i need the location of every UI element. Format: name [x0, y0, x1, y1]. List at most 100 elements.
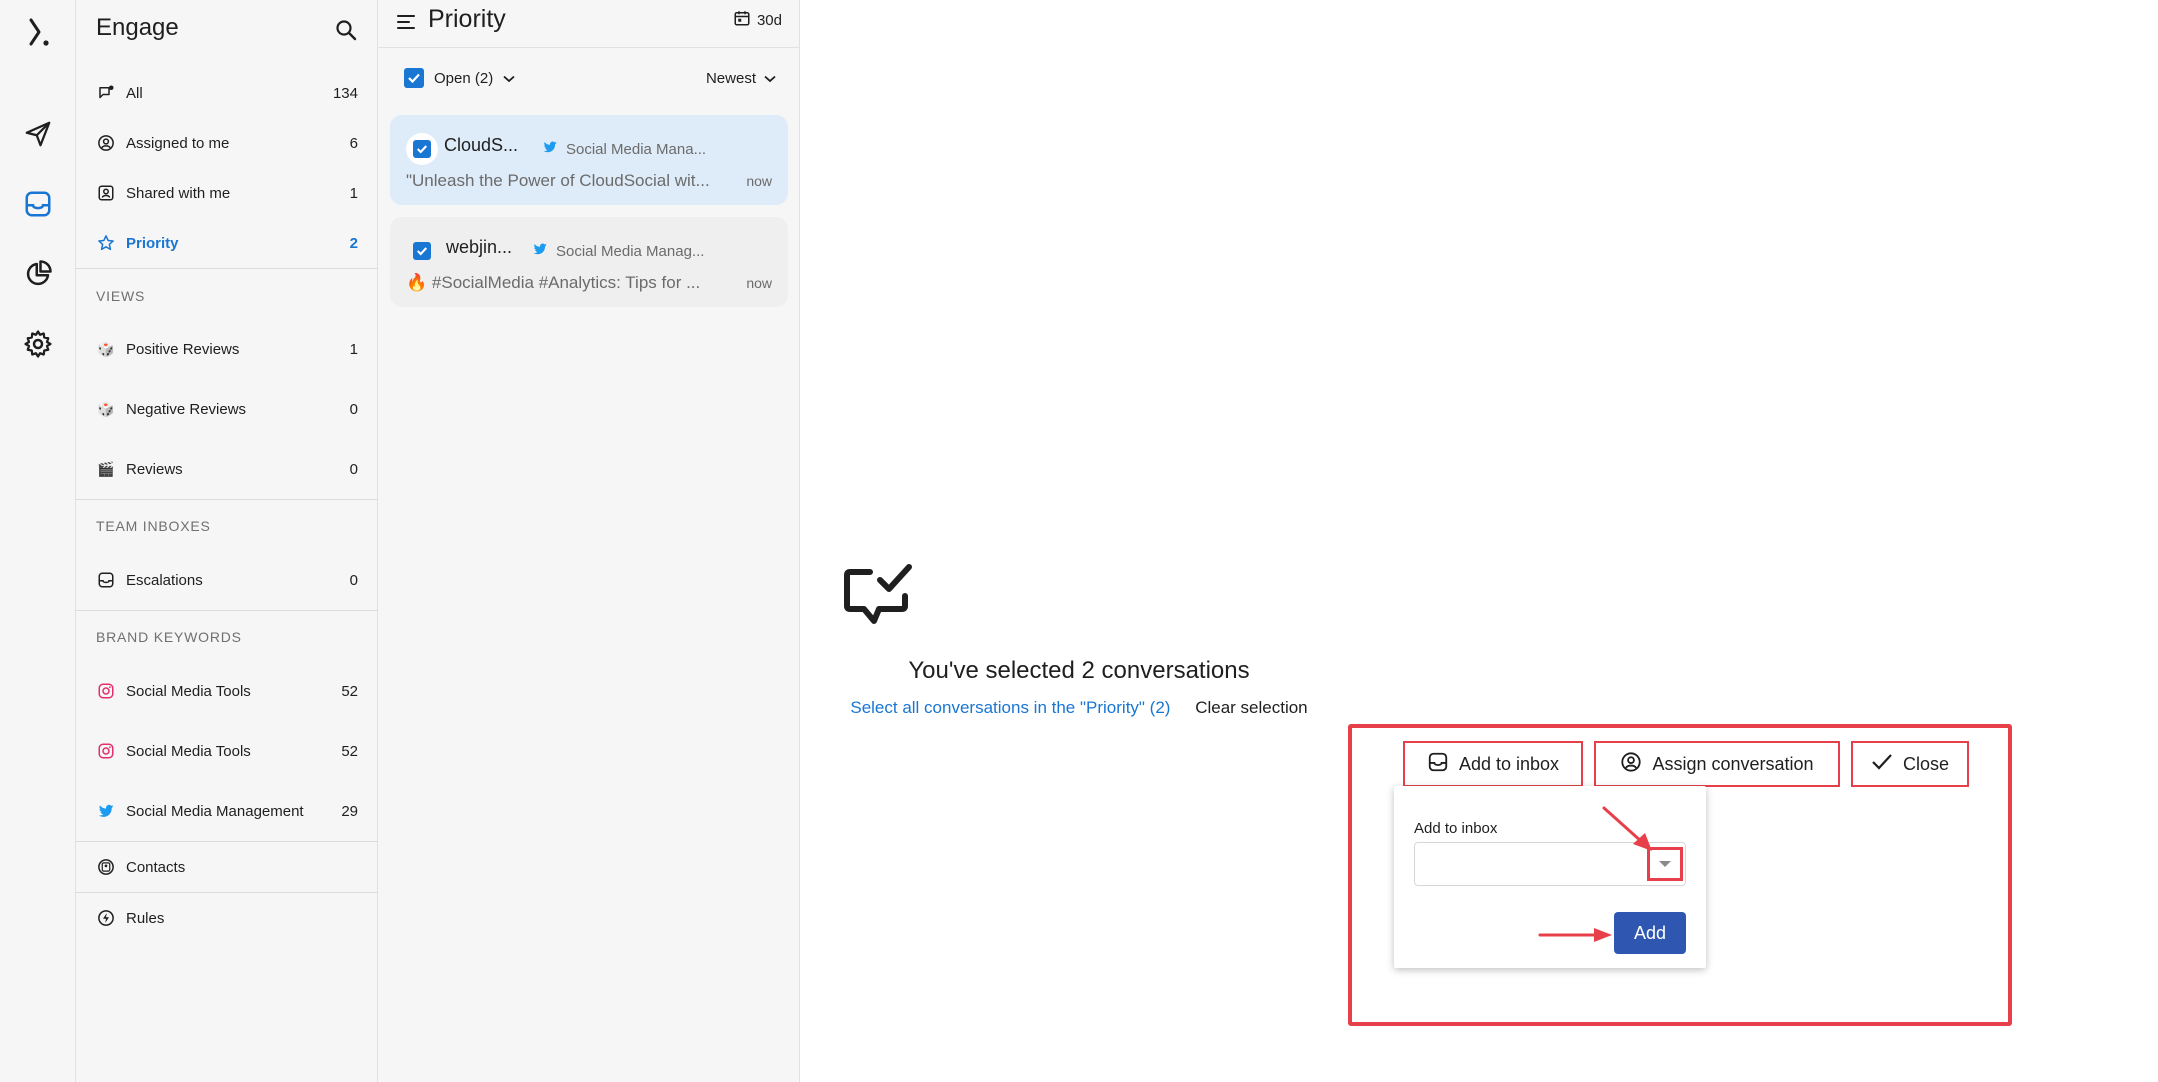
- sidebar-item-label: Social Media Tools: [126, 742, 251, 760]
- sidebar-item-count: 0: [349, 400, 358, 418]
- list-header: Priority 30d: [378, 0, 800, 48]
- sidebar-item-label: Social Media Tools: [126, 682, 251, 700]
- conversation-contact-name: CloudS...: [444, 135, 519, 155]
- divider: [76, 841, 378, 842]
- conversation-preview: "Unleash the Power of CloudSocial wit...: [406, 171, 710, 190]
- sidebar-item-count: 0: [349, 571, 358, 589]
- clapper-icon: 🎬: [97, 460, 115, 477]
- conversation-list: Priority 30d Open (2) Newest CloudS... S…: [378, 0, 800, 1082]
- contacts-icon: [96, 857, 116, 877]
- settings-gear-icon[interactable]: [12, 318, 64, 370]
- conversation-card[interactable]: webjin... Social Media Manag... 🔥 #Socia…: [390, 217, 788, 307]
- menu-icon[interactable]: [392, 8, 420, 36]
- analytics-pie-icon[interactable]: [12, 248, 64, 300]
- search-icon[interactable]: [330, 14, 362, 46]
- sidebar-view-negative-reviews[interactable]: 🎲 Negative Reviews 0: [76, 389, 378, 429]
- dice-icon: 🎲: [97, 340, 115, 357]
- calendar-icon: [733, 9, 751, 31]
- conversation-source-label: Social Media Mana...: [566, 140, 707, 158]
- sidebar-item-label: Contacts: [126, 858, 186, 876]
- chevron-down-icon: [503, 70, 515, 87]
- sidebar-item-label: Rules: [126, 909, 165, 927]
- sidebar-item-label: Priority: [126, 234, 179, 252]
- sidebar-item-contacts[interactable]: Contacts: [76, 847, 378, 887]
- conversation-source: Social Media Manag...: [532, 241, 704, 261]
- conversation-source: Social Media Mana...: [542, 139, 706, 159]
- close-conversations-button[interactable]: Close: [1851, 741, 1969, 787]
- sidebar-brand-social-media-tools-2[interactable]: Social Media Tools 52: [76, 731, 378, 771]
- sidebar-item-count: 2: [349, 234, 358, 252]
- add-to-inbox-label: Add to inbox: [1458, 753, 1560, 774]
- add-to-inbox-button[interactable]: Add to inbox: [1403, 741, 1583, 787]
- inbox-select[interactable]: [1414, 842, 1686, 886]
- assign-conversation-button[interactable]: Assign conversation: [1594, 741, 1840, 787]
- filter-bar: Open (2) Newest: [378, 62, 800, 96]
- sidebar-item-assigned-to-me[interactable]: Assigned to me 6: [76, 123, 378, 163]
- checkmark-icon: [1871, 753, 1893, 776]
- sidebar-item-priority[interactable]: Priority 2: [76, 223, 378, 263]
- conversation-time: now: [746, 173, 772, 189]
- bolt-circle-icon: [96, 908, 116, 928]
- sidebar-item-label: Assigned to me: [126, 134, 230, 152]
- user-circle-icon: [96, 133, 116, 153]
- sort-dropdown[interactable]: Newest: [706, 70, 776, 87]
- divider: [76, 610, 378, 611]
- status-filter-dropdown[interactable]: Open (2): [404, 68, 515, 88]
- select-all-link[interactable]: Select all conversations in the "Priorit…: [850, 698, 1170, 717]
- sidebar-item-label: All: [126, 84, 143, 102]
- selection-title: You've selected 2 conversations: [908, 657, 1250, 684]
- assign-conversation-label: Assign conversation: [1652, 753, 1814, 774]
- sidebar-item-count: 134: [332, 84, 358, 102]
- conversation-contact-name: webjin...: [446, 237, 513, 257]
- shared-user-icon: [96, 183, 116, 203]
- sidebar-item-shared-with-me[interactable]: Shared with me 1: [76, 173, 378, 213]
- add-to-inbox-popup: Add to inbox Add: [1394, 786, 1706, 968]
- publish-send-icon[interactable]: [12, 108, 64, 160]
- twitter-bird-icon: [96, 801, 116, 821]
- dice-icon: 🎲: [97, 400, 115, 417]
- clear-selection-link[interactable]: Clear selection: [1195, 698, 1307, 717]
- conversations-icon: [96, 83, 116, 103]
- user-circle-icon: [1620, 751, 1642, 778]
- dropdown-arrow-icon[interactable]: [1647, 847, 1683, 881]
- views-header: VIEWS: [96, 288, 146, 304]
- status-filter-label: Open (2): [434, 69, 494, 87]
- sidebar-view-reviews[interactable]: 🎬 Reviews 0: [76, 449, 378, 489]
- app-logo-icon[interactable]: [12, 6, 64, 58]
- sidebar-item-count: 6: [349, 134, 358, 152]
- fire-icon: 🔥: [406, 273, 428, 292]
- sidebar-item-label: Shared with me: [126, 184, 231, 202]
- instagram-icon: [96, 741, 116, 761]
- conversation-preview-text: #SocialMedia #Analytics: Tips for ...: [431, 273, 701, 292]
- twitter-bird-icon: [532, 241, 548, 261]
- conversation-checkbox[interactable]: [406, 235, 438, 267]
- sidebar-item-rules[interactable]: Rules: [76, 898, 378, 938]
- divider: [76, 892, 378, 893]
- brand-keywords-header: BRAND KEYWORDS: [96, 629, 242, 645]
- sidebar-team-escalations[interactable]: Escalations 0: [76, 560, 378, 600]
- add-button[interactable]: Add: [1614, 912, 1686, 954]
- close-label: Close: [1902, 753, 1950, 774]
- sidebar-brand-social-media-management[interactable]: Social Media Management 29: [76, 791, 378, 831]
- date-range-button[interactable]: 30d: [733, 9, 782, 31]
- sidebar-item-label: Reviews: [126, 460, 183, 478]
- select-all-checkbox[interactable]: [404, 68, 424, 88]
- sidebar-item-count: 29: [341, 802, 358, 820]
- inbox-tray-icon: [96, 570, 116, 590]
- inbox-icon: [1427, 751, 1449, 778]
- sidebar-item-all[interactable]: All 134: [76, 73, 378, 113]
- sidebar-view-positive-reviews[interactable]: 🎲 Positive Reviews 1: [76, 329, 378, 369]
- list-title: Priority: [428, 5, 506, 33]
- team-inboxes-header: TEAM INBOXES: [96, 518, 211, 534]
- conversation-preview: 🔥 #SocialMedia #Analytics: Tips for ...: [406, 273, 726, 293]
- divider: [76, 268, 378, 269]
- conversation-checkbox[interactable]: [406, 133, 438, 165]
- sidebar-item-label: Negative Reviews: [126, 400, 247, 418]
- conversation-card[interactable]: CloudS... Social Media Mana... "Unleash …: [390, 115, 788, 205]
- sidebar-item-label: Social Media Management: [126, 802, 304, 820]
- inbox-icon[interactable]: [12, 178, 64, 230]
- engage-sidebar: Engage All 134 Assigned to me 6 Shared w…: [76, 0, 378, 1082]
- sidebar-item-count: 52: [341, 742, 358, 760]
- sidebar-item-count: 1: [349, 184, 358, 202]
- conversation-source-label: Social Media Manag...: [556, 242, 705, 260]
